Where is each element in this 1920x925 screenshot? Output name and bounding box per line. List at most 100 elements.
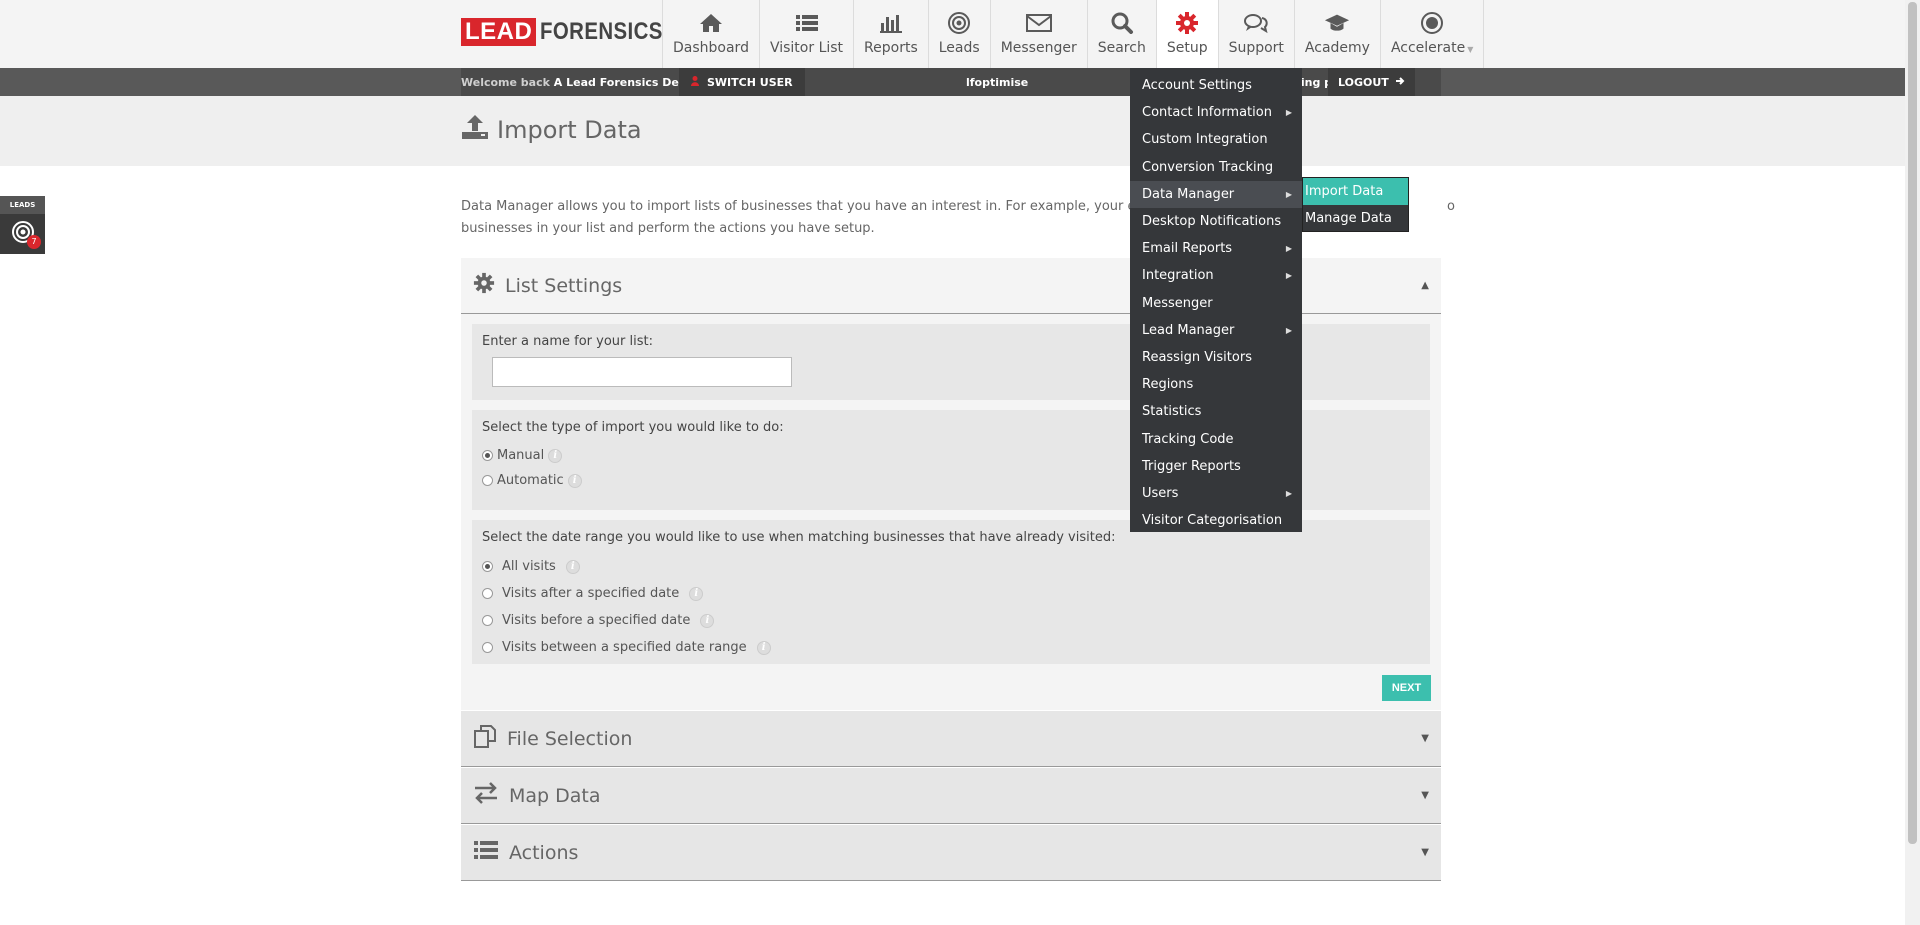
radio-manual[interactable]: [482, 450, 493, 461]
option-label: Manual: [497, 448, 545, 463]
leads-side-tab[interactable]: LEADS 7: [0, 196, 45, 254]
menu-item-conversion-tracking[interactable]: Conversion Tracking: [1130, 154, 1302, 181]
next-button[interactable]: NEXT: [1382, 675, 1431, 701]
date-option-before[interactable]: Visits before a specified date i: [482, 607, 1420, 634]
submenu-arrow-icon: ▶: [1285, 325, 1292, 335]
data-manager-submenu: Import Data Manage Data: [1302, 177, 1409, 232]
menu-item-custom-integration[interactable]: Custom Integration: [1130, 126, 1302, 153]
expand-arrow-icon[interactable]: ▼: [1421, 790, 1429, 801]
page-header: Import Data: [0, 96, 1905, 166]
submenu-arrow-icon: ▶: [1285, 488, 1292, 498]
nav-visitor-list[interactable]: Visitor List: [758, 0, 853, 68]
page-title: Import Data: [461, 114, 642, 146]
file-selection-header[interactable]: File Selection ▼: [461, 711, 1441, 767]
lead-forensics-logo[interactable]: LEAD FORENSICS: [461, 18, 685, 46]
nav-label: Messenger: [1000, 40, 1077, 56]
info-icon[interactable]: i: [565, 559, 580, 574]
date-option-all[interactable]: All visits i: [482, 553, 1420, 580]
menu-item-data-manager[interactable]: Data Manager ▶: [1130, 180, 1302, 208]
list-name-input[interactable]: [492, 357, 792, 387]
menu-item-contact-information[interactable]: Contact Information ▶: [1130, 99, 1302, 126]
date-option-between[interactable]: Visits between a specified date range i: [482, 634, 1420, 661]
radio-automatic[interactable]: [482, 475, 493, 486]
leads-count-badge: 7: [27, 235, 41, 249]
nav-search[interactable]: Search: [1086, 0, 1156, 68]
info-icon[interactable]: i: [567, 473, 582, 488]
nav-dashboard[interactable]: Dashboard: [662, 0, 759, 68]
menu-item-regions[interactable]: Regions: [1130, 371, 1302, 398]
nav-academy[interactable]: Academy: [1293, 0, 1380, 68]
list-icon: [794, 12, 820, 34]
logout-button[interactable]: LOGOUT: [1328, 68, 1415, 96]
radio-visits-after[interactable]: [482, 588, 493, 599]
actions-header[interactable]: Actions ▼: [461, 825, 1441, 881]
nav-reports[interactable]: Reports: [853, 0, 928, 68]
nav-setup[interactable]: Setup: [1155, 0, 1218, 68]
accelerate-icon: [1419, 12, 1445, 34]
radio-visits-before[interactable]: [482, 615, 493, 626]
files-icon: [473, 724, 497, 753]
logout-label: LOGOUT: [1338, 75, 1389, 89]
welcome-bar: Welcome back A Lead Forensics Demo SWITC…: [0, 68, 1905, 96]
menu-item-statistics[interactable]: Statistics: [1130, 398, 1302, 425]
submenu-arrow-icon: ▶: [1285, 271, 1292, 281]
nav-leads[interactable]: Leads: [927, 0, 990, 68]
option-label: Visits before a specified date: [502, 613, 691, 628]
menu-item-tracking-code[interactable]: Tracking Code: [1130, 425, 1302, 452]
setup-dropdown-menu: Account Settings Contact Information ▶ Cu…: [1130, 68, 1302, 532]
list-icon: [473, 840, 499, 865]
expand-arrow-icon[interactable]: ▼: [1421, 733, 1429, 744]
upload-icon: [461, 114, 489, 146]
target-icon: [946, 12, 972, 34]
switch-user-button[interactable]: SWITCH USER: [679, 68, 805, 96]
main-nav: Dashboard Visitor List Reports Leads Mes…: [662, 0, 1485, 68]
submenu-item-import-data[interactable]: Import Data: [1303, 178, 1408, 205]
search-icon: [1109, 12, 1135, 34]
date-option-after[interactable]: Visits after a specified date i: [482, 580, 1420, 607]
submenu-item-manage-data[interactable]: Manage Data: [1303, 205, 1408, 232]
gear-icon: [1174, 12, 1200, 34]
menu-item-trigger-reports[interactable]: Trigger Reports: [1130, 453, 1302, 480]
collapse-arrow-icon[interactable]: ▲: [1421, 280, 1429, 291]
radio-visits-between[interactable]: [482, 642, 493, 653]
menu-item-account-settings[interactable]: Account Settings: [1130, 72, 1302, 99]
nav-label: Support: [1228, 40, 1284, 56]
nav-messenger[interactable]: Messenger: [989, 0, 1087, 68]
nav-label: Dashboard: [673, 40, 749, 56]
actions-title: Actions: [509, 841, 579, 864]
scrollbar-thumb[interactable]: [1908, 2, 1917, 844]
user-icon: [691, 75, 699, 89]
date-range-section: Select the date range you would like to …: [472, 520, 1430, 664]
chevron-down-icon: ▼: [1467, 45, 1474, 54]
info-icon[interactable]: i: [700, 613, 715, 628]
intro-line-1-tail: o: [1447, 199, 1455, 214]
nav-support[interactable]: Support: [1217, 0, 1294, 68]
account-name: A Lead Forensics Demo: [553, 76, 698, 89]
info-icon[interactable]: i: [689, 586, 704, 601]
file-selection-title: File Selection: [507, 727, 633, 750]
menu-item-users[interactable]: Users ▶: [1130, 480, 1302, 507]
nav-accelerate[interactable]: Accelerate ▼: [1379, 0, 1485, 68]
page-scrollbar[interactable]: [1905, 0, 1920, 925]
map-data-header[interactable]: Map Data ▼: [461, 768, 1441, 824]
option-label: Automatic: [497, 473, 564, 488]
menu-item-desktop-notifications[interactable]: Desktop Notifications: [1130, 208, 1302, 235]
map-data-title: Map Data: [509, 784, 601, 807]
menu-item-visitor-categorisation[interactable]: Visitor Categorisation: [1130, 507, 1302, 534]
expand-arrow-icon[interactable]: ▼: [1421, 847, 1429, 858]
nav-label: Academy: [1304, 40, 1370, 56]
nav-label: Leads: [938, 40, 980, 56]
menu-item-messenger[interactable]: Messenger: [1130, 290, 1302, 317]
radio-all-visits[interactable]: [482, 561, 493, 572]
account-label: lfoptimise: [966, 76, 1029, 89]
exchange-icon: [473, 782, 499, 809]
nav-label: Reports: [864, 40, 918, 56]
home-icon: [698, 12, 724, 34]
menu-item-integration[interactable]: Integration ▶: [1130, 262, 1302, 289]
info-icon[interactable]: i: [548, 448, 563, 463]
menu-item-email-reports[interactable]: Email Reports ▶: [1130, 235, 1302, 262]
info-icon[interactable]: i: [756, 640, 771, 655]
menu-item-lead-manager[interactable]: Lead Manager ▶: [1130, 317, 1302, 344]
nav-label: Search: [1097, 40, 1146, 56]
menu-item-reassign-visitors[interactable]: Reassign Visitors: [1130, 344, 1302, 371]
